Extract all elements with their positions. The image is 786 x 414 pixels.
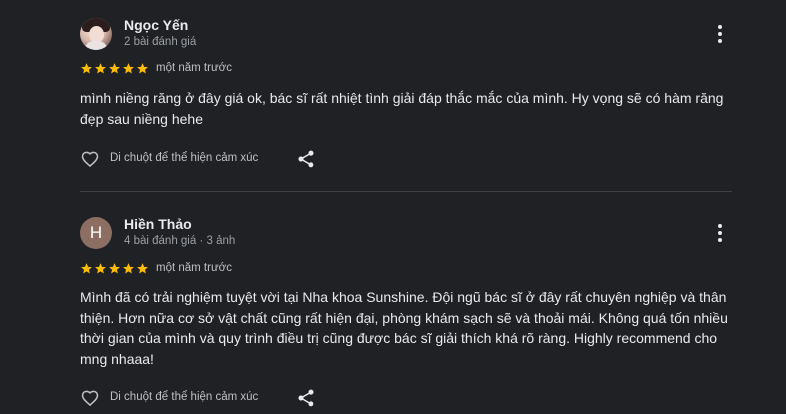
star-icon (81, 263, 92, 274)
more-options-icon[interactable] (710, 221, 730, 245)
heart-outline-icon[interactable] (79, 388, 101, 408)
review-text: Mình đã có trải nghiệm tuyệt vời tại Nha… (80, 289, 728, 367)
reviewer-name[interactable]: Hiền Thảo (124, 216, 192, 232)
star-icon (123, 263, 134, 274)
react-label[interactable]: Di chuột để thể hiện cảm xúc (110, 391, 258, 403)
avatar-letter: H (89, 223, 103, 242)
reviewer-meta: 4 bài đánh giá · 3 ảnh (124, 235, 236, 247)
share-icon[interactable] (296, 388, 316, 408)
review-time: một năm trước (156, 262, 232, 274)
reviewer-avatar[interactable]: H (80, 217, 112, 249)
star-rating (80, 262, 149, 275)
review-card: H Hiền Thảo 4 bài đánh giá · 3 ảnh một n… (0, 0, 786, 414)
star-icon (109, 263, 120, 274)
star-icon (95, 263, 106, 274)
star-icon (137, 263, 148, 274)
